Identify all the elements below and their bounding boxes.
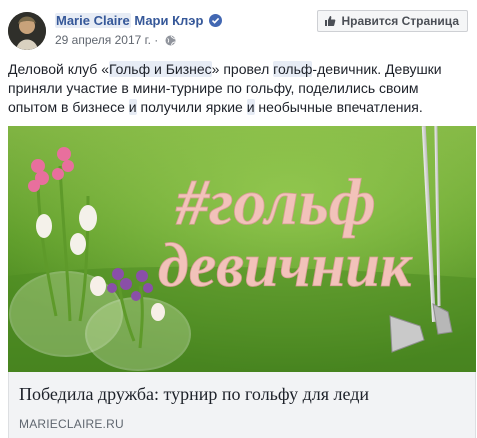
page-name-link[interactable]: Marie Claire bbox=[55, 13, 131, 28]
verified-badge-icon bbox=[209, 14, 223, 30]
keyword-link[interactable]: гольф bbox=[273, 61, 313, 77]
text-part: необычные впечатления. bbox=[254, 99, 423, 115]
globe-icon bbox=[165, 35, 176, 49]
post-image[interactable]: #гольф девичник bbox=[8, 126, 476, 372]
post-text: Деловой клуб «Гольф и Бизнес» провел гол… bbox=[8, 60, 470, 117]
post-date[interactable]: 29 апреля 2017 г. bbox=[55, 33, 151, 47]
like-page-button[interactable]: Нравится Страница bbox=[317, 10, 468, 32]
page-name-russian[interactable]: Мари Клэр bbox=[134, 13, 203, 28]
text-part: получили яркие bbox=[136, 99, 247, 115]
sign-line-1: #гольф bbox=[175, 166, 376, 239]
page-name-line: Marie Claire Мари Клэр bbox=[55, 13, 223, 30]
link-domain: MARIECLAIRE.RU bbox=[19, 417, 124, 431]
avatar-image bbox=[8, 12, 46, 50]
thumbs-up-icon bbox=[325, 16, 336, 26]
text-part: Деловой клуб « bbox=[8, 61, 109, 77]
golf-party-photo: #гольф девичник bbox=[8, 126, 476, 372]
link-preview[interactable]: Победила дружба: турнир по гольфу для ле… bbox=[8, 372, 476, 438]
meta-separator: · bbox=[154, 33, 159, 47]
post-header: Marie Claire Мари Клэр 29 апреля 2017 г.… bbox=[8, 8, 469, 52]
sign-line-2: девичник bbox=[158, 232, 413, 300]
link-title[interactable]: Победила дружба: турнир по гольфу для ле… bbox=[19, 384, 369, 405]
page-avatar[interactable] bbox=[8, 12, 46, 50]
keyword-link[interactable]: и bbox=[128, 99, 137, 115]
post-meta: 29 апреля 2017 г. · bbox=[55, 33, 176, 49]
like-page-label: Нравится Страница bbox=[341, 14, 459, 28]
text-part: » провел bbox=[211, 61, 274, 77]
keyword-link[interactable]: и bbox=[246, 99, 255, 115]
hashtag-link[interactable]: Гольф и Бизнес bbox=[109, 61, 212, 77]
